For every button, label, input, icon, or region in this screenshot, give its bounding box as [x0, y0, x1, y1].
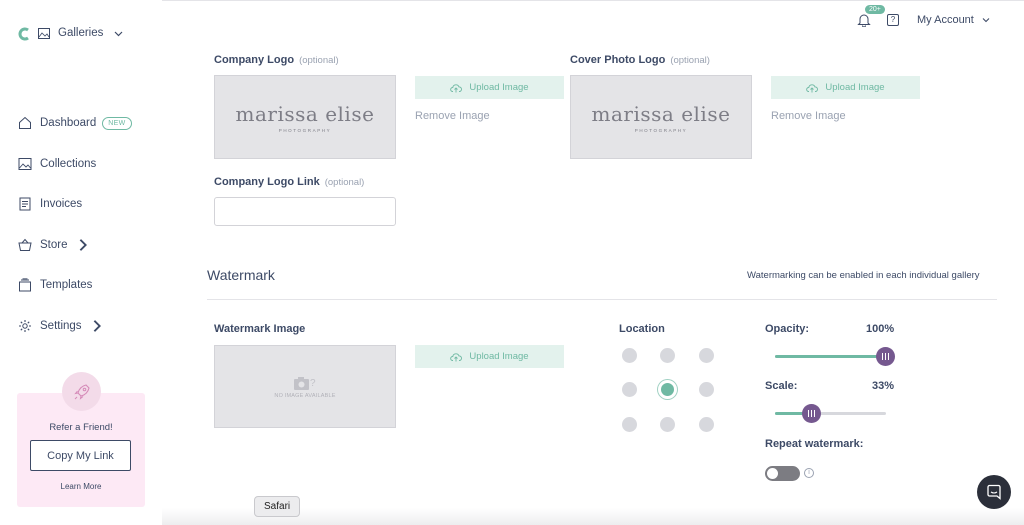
logo-link-input[interactable]: [214, 197, 396, 226]
cover-logo-upload-button[interactable]: Upload Image: [771, 76, 920, 99]
company-logo-label: Company Logo (optional): [214, 54, 339, 66]
optional-text: (optional): [670, 55, 710, 66]
opacity-label: Opacity:: [765, 323, 810, 335]
gallery-selector[interactable]: Galleries: [58, 27, 103, 39]
logo-subtext: PHOTOGRAPHY: [278, 127, 332, 133]
scale-slider[interactable]: [775, 404, 886, 423]
scale-value: 33%: [872, 380, 895, 392]
main-content: 20+ ? My Account Company Logo (optional) …: [162, 0, 1024, 525]
repeat-label: Repeat watermark:: [765, 438, 864, 450]
location-bottom-right[interactable]: [699, 417, 714, 432]
upload-label: Upload Image: [825, 82, 885, 93]
logo-text: marissa elise: [235, 101, 375, 126]
account-menu[interactable]: My Account: [917, 14, 990, 26]
camera-icon: ?: [294, 376, 316, 390]
watermark-image-preview: ? NO IMAGE AVAILABLE: [214, 345, 396, 428]
chat-button[interactable]: [977, 475, 1011, 509]
copy-link-button[interactable]: Copy My Link: [30, 440, 131, 471]
cover-logo-remove-link[interactable]: Remove Image: [771, 110, 846, 122]
sidebar-item-label: Collections: [40, 158, 97, 170]
company-logo-title: Company Logo: [214, 54, 295, 66]
sidebar-item-label: Store: [40, 239, 68, 251]
cover-logo-label: Cover Photo Logo (optional): [570, 54, 710, 66]
learn-more-link[interactable]: Learn More: [17, 482, 145, 491]
refer-title: Refer a Friend!: [49, 422, 113, 433]
chevron-down-icon: [982, 18, 990, 23]
scale-label: Scale:: [765, 380, 798, 392]
image-icon: [18, 158, 32, 170]
watermark-image-label: Watermark Image: [214, 323, 306, 335]
brand-logo-icon[interactable]: [18, 27, 30, 41]
sidebar-item-templates[interactable]: Templates: [18, 278, 92, 292]
account-label: My Account: [917, 14, 974, 26]
sidebar: Galleries Dashboard NEW Collections Invo…: [0, 0, 162, 525]
sidebar-item-label: Dashboard: [40, 117, 97, 129]
template-icon: [19, 278, 31, 292]
help-icon[interactable]: ?: [887, 14, 899, 26]
logo-link-title: Company Logo Link: [214, 176, 320, 188]
company-logo-preview: marissa elise PHOTOGRAPHY: [214, 75, 396, 159]
location-bottom-left[interactable]: [622, 417, 637, 432]
watermark-note: Watermarking can be enabled in each indi…: [747, 270, 980, 281]
company-logo-upload-button[interactable]: Upload Image: [415, 76, 564, 99]
optional-text: (optional): [299, 55, 339, 66]
chevron-right-icon: [79, 239, 87, 251]
location-label: Location: [619, 323, 665, 335]
sidebar-item-label: Invoices: [40, 198, 83, 210]
optional-text: (optional): [324, 177, 365, 188]
logo-link-label: Company Logo Link (optional): [214, 176, 364, 188]
section-divider: [207, 299, 997, 300]
location-top-center[interactable]: [660, 348, 675, 363]
sidebar-item-settings[interactable]: Settings: [18, 319, 112, 333]
chevron-down-icon[interactable]: [114, 29, 123, 38]
invoice-icon: [19, 197, 31, 211]
sidebar-item-invoices[interactable]: Invoices: [18, 197, 82, 211]
sidebar-item-dashboard[interactable]: Dashboard NEW: [18, 116, 132, 130]
sidebar-item-label: Settings: [40, 320, 82, 332]
scale-slider-thumb[interactable]: [801, 404, 821, 423]
cloud-upload-icon: [450, 352, 463, 361]
watermark-upload-button[interactable]: Upload Image: [415, 345, 564, 368]
logo-text: marissa elise: [591, 101, 731, 126]
opacity-slider[interactable]: [775, 347, 895, 366]
location-center[interactable]: [658, 380, 677, 399]
location-middle-right[interactable]: [699, 382, 714, 397]
bell-icon[interactable]: [857, 13, 871, 27]
cover-logo-title: Cover Photo Logo: [570, 54, 666, 66]
cover-logo-preview: marissa elise PHOTOGRAPHY: [570, 75, 752, 159]
location-bottom-center[interactable]: [660, 417, 675, 432]
basket-icon: [18, 238, 32, 251]
opacity-value: 100%: [866, 323, 895, 335]
new-badge: NEW: [102, 116, 132, 130]
location-middle-left[interactable]: [622, 382, 637, 397]
opacity-slider-thumb[interactable]: [876, 347, 895, 366]
home-icon: [19, 116, 31, 129]
notification-badge: 20+: [865, 5, 885, 14]
logo-subtext: PHOTOGRAPHY: [634, 127, 688, 133]
repeat-toggle[interactable]: [765, 466, 800, 481]
upload-label: Upload Image: [469, 82, 529, 93]
upload-label: Upload Image: [469, 351, 529, 362]
company-logo-remove-link[interactable]: Remove Image: [415, 110, 490, 122]
no-image-text: NO IMAGE AVAILABLE: [274, 392, 336, 399]
sidebar-item-collections[interactable]: Collections: [18, 157, 96, 171]
watermark-section-title: Watermark: [207, 267, 275, 283]
refer-card: Refer a Friend! Copy My Link Learn More: [17, 372, 145, 507]
cloud-upload-icon: [806, 83, 819, 92]
sidebar-item-store[interactable]: Store: [18, 238, 98, 252]
rocket-icon: [62, 372, 101, 411]
gear-icon: [19, 320, 31, 332]
safari-tooltip: Safari: [254, 496, 301, 517]
opacity-fill: [775, 355, 886, 358]
chevron-right-icon: [93, 320, 101, 332]
svg-text:?: ?: [310, 378, 316, 389]
cloud-upload-icon: [450, 83, 463, 92]
sidebar-item-label: Templates: [40, 279, 93, 291]
location-top-right[interactable]: [699, 348, 714, 363]
chat-icon: [987, 484, 1001, 500]
gallery-icon: [38, 28, 50, 39]
info-icon[interactable]: i: [804, 468, 814, 478]
location-top-left[interactable]: [622, 348, 637, 363]
